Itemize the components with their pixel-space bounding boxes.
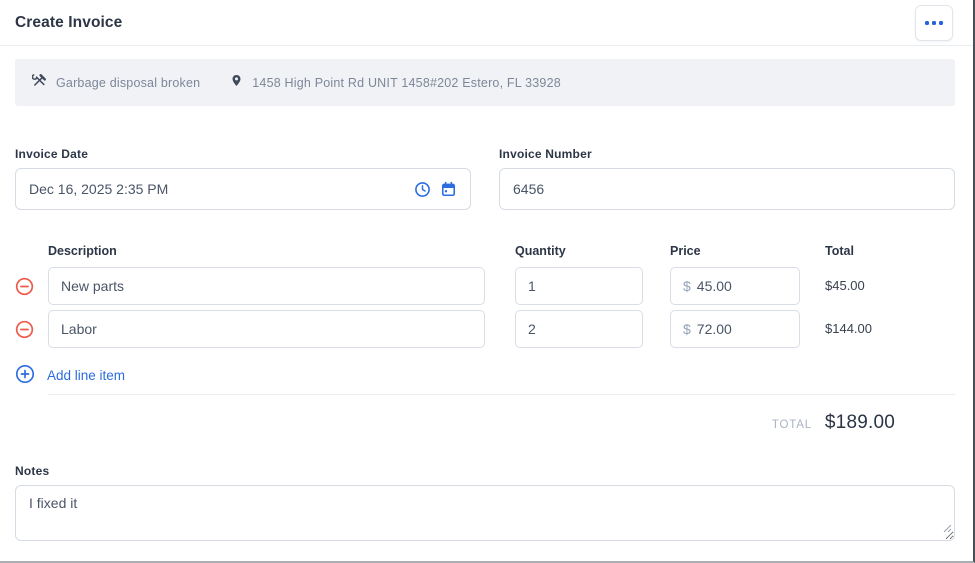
currency-symbol: $	[683, 278, 691, 294]
job-title: Garbage disposal broken	[56, 75, 201, 90]
currency-symbol: $	[683, 321, 691, 337]
ellipsis-icon	[925, 21, 929, 25]
line-item-row: $ $45.00	[15, 267, 955, 305]
line-items-table: Description Quantity Price Total New par…	[15, 244, 955, 348]
job-title-group: Garbage disposal broken	[31, 73, 201, 93]
total-amount: $189.00	[824, 412, 895, 433]
line-item-row: $ $144.00	[15, 310, 955, 348]
notes-input[interactable]: I fixed it	[15, 485, 955, 541]
invoice-total-row: TOTAL $189.00	[15, 412, 955, 434]
notes-label: Notes	[15, 464, 50, 478]
invoice-number-field: Invoice Number	[499, 147, 955, 210]
line-total: $45.00	[825, 278, 865, 293]
invoice-date-value: Dec 16, 2025 2:35 PM	[29, 181, 169, 197]
price-input[interactable]	[696, 321, 787, 337]
divider	[48, 394, 955, 395]
ellipsis-icon	[939, 21, 943, 25]
location-pin-icon	[230, 73, 243, 93]
tools-icon	[31, 73, 47, 93]
price-input-wrap: $	[670, 310, 800, 348]
minus-circle-icon[interactable]	[15, 277, 34, 296]
invoice-number-label: Invoice Number	[499, 147, 592, 161]
quantity-input[interactable]	[515, 310, 643, 348]
header: Create Invoice	[0, 0, 973, 46]
invoice-number-input[interactable]	[499, 168, 955, 210]
more-options-button[interactable]	[915, 5, 953, 41]
total-column-header: Total	[825, 244, 854, 258]
price-input-wrap: $	[670, 267, 800, 305]
job-address: 1458 High Point Rd UNIT 1458#202 Estero,…	[252, 75, 561, 90]
quantity-input[interactable]	[515, 267, 643, 305]
line-total: $144.00	[825, 321, 872, 336]
price-input[interactable]	[696, 278, 787, 294]
job-info-bar: Garbage disposal broken 1458 High Point …	[15, 59, 955, 106]
create-invoice-panel: Create Invoice Garbage disposal broken 1…	[0, 0, 975, 563]
price-column-header: Price	[670, 244, 701, 258]
invoice-date-label: Invoice Date	[15, 147, 89, 161]
add-line-item-label: Add line item	[47, 368, 126, 383]
calendar-icon[interactable]	[440, 181, 457, 198]
line-items-header: Description Quantity Price Total	[15, 244, 955, 258]
description-input[interactable]	[48, 267, 485, 305]
job-address-group: 1458 High Point Rd UNIT 1458#202 Estero,…	[230, 73, 561, 93]
page-title: Create Invoice	[15, 14, 123, 31]
clock-icon[interactable]	[414, 181, 431, 198]
ellipsis-icon	[932, 21, 936, 25]
quantity-column-header: Quantity	[515, 244, 566, 258]
description-input[interactable]	[48, 310, 485, 348]
invoice-fields-row: Invoice Date Dec 16, 2025 2:35 PM Invoic…	[15, 147, 955, 210]
notes-section: Notes I fixed it	[15, 464, 955, 541]
total-label: TOTAL	[771, 419, 812, 431]
invoice-date-field: Invoice Date Dec 16, 2025 2:35 PM	[15, 147, 471, 210]
invoice-date-input[interactable]: Dec 16, 2025 2:35 PM	[15, 168, 471, 210]
add-line-item-button[interactable]: Add line item	[15, 364, 125, 387]
minus-circle-icon[interactable]	[15, 320, 34, 339]
description-column-header: Description	[48, 244, 117, 258]
plus-circle-icon	[15, 364, 35, 387]
